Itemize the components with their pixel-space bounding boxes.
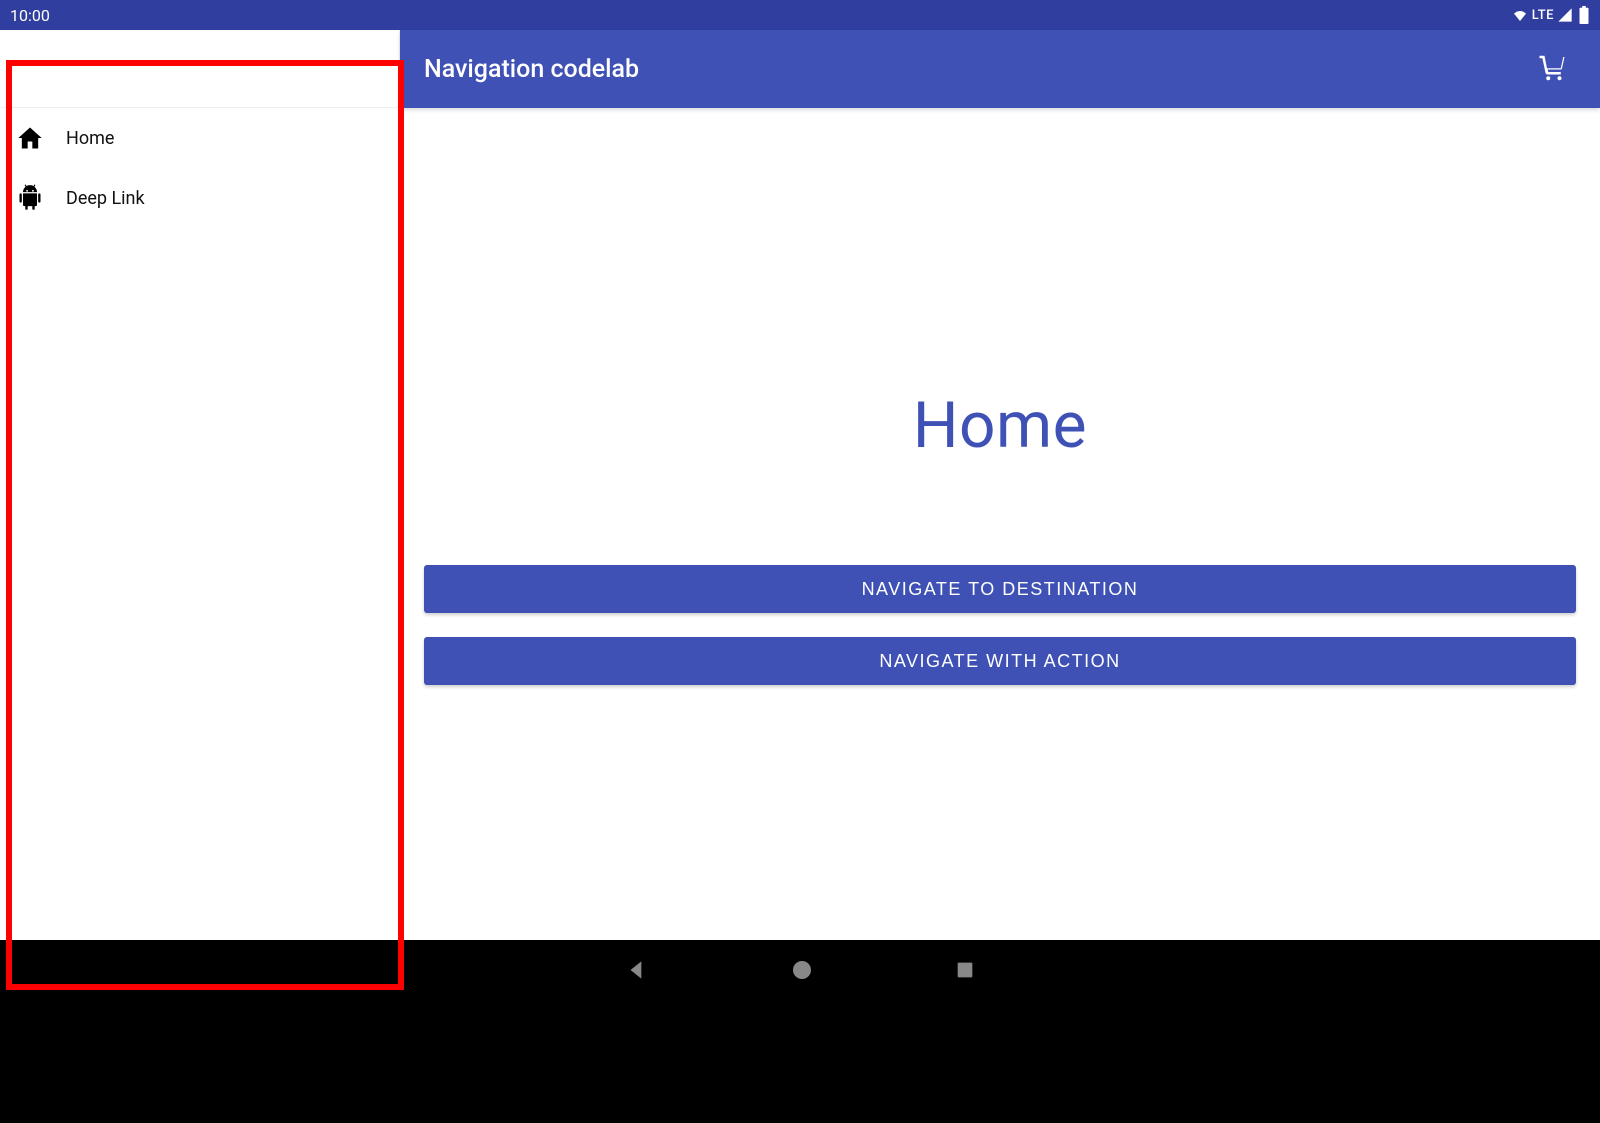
recents-button[interactable] — [954, 959, 976, 981]
drawer-item-label: Deep Link — [66, 188, 145, 209]
navigate-with-action-button[interactable]: NAVIGATE WITH ACTION — [424, 637, 1576, 685]
navigate-to-destination-button[interactable]: NAVIGATE TO DESTINATION — [424, 565, 1576, 613]
drawer-item-label: Home — [66, 128, 114, 149]
drawer-item-home[interactable]: Home — [0, 108, 399, 168]
cart-icon — [1537, 52, 1567, 86]
page-title: Home — [913, 388, 1087, 463]
android-icon — [12, 184, 48, 212]
letterbox — [0, 1000, 1600, 1123]
back-button[interactable] — [624, 957, 650, 983]
network-type-label: LTE — [1532, 8, 1554, 23]
app-bar: Navigation codelab — [400, 30, 1600, 108]
app-bar-title: Navigation codelab — [424, 55, 1528, 84]
navigation-drawer: Home Deep Link — [0, 30, 400, 1000]
cart-button[interactable] — [1528, 45, 1576, 93]
status-time: 10:00 — [10, 6, 50, 25]
system-nav-bar — [0, 940, 1600, 1000]
status-bar: 10:00 LTE — [0, 0, 1600, 30]
drawer-header — [0, 30, 399, 108]
cellular-icon — [1556, 7, 1574, 23]
home-icon — [12, 124, 48, 152]
wifi-icon — [1510, 7, 1530, 23]
main-content: Home NAVIGATE TO DESTINATION NAVIGATE WI… — [400, 108, 1600, 1000]
drawer-item-deep-link[interactable]: Deep Link — [0, 168, 399, 228]
battery-icon — [1578, 6, 1590, 24]
home-button[interactable] — [790, 958, 814, 982]
